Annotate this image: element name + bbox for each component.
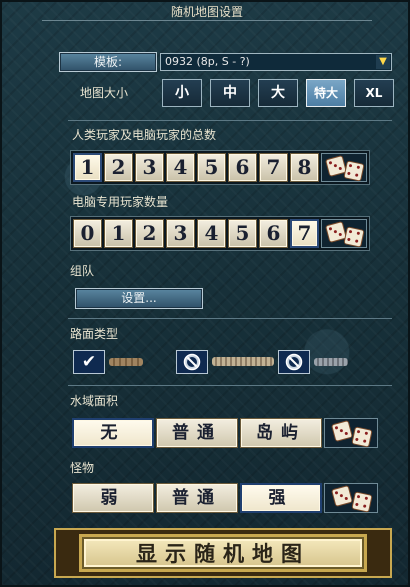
cobblestone-road-swatch	[314, 358, 348, 366]
computer-players-2-button[interactable]: 2	[135, 219, 164, 248]
map-size-small-button[interactable]: 小	[162, 79, 202, 107]
random-map-settings-window: 随机地图设置 模板: 0932 (8p, S - ?) ▼ 地图大小 小 中 大…	[0, 0, 410, 587]
template-dropdown[interactable]: 0932 (8p, S - ?) ▼	[160, 53, 392, 71]
total-players-7-button[interactable]: 7	[259, 153, 288, 182]
divider	[68, 120, 392, 121]
computer-players-1-button[interactable]: 1	[104, 219, 133, 248]
road-dirt-checkbox[interactable]: ✔	[73, 350, 105, 374]
monsters-strong-button[interactable]: 强	[240, 483, 322, 513]
road-types-label: 路面类型	[70, 327, 119, 341]
checkmark-icon: ✔	[81, 352, 97, 372]
computer-players-0-button[interactable]: 0	[73, 219, 102, 248]
dice-icon[interactable]	[321, 153, 367, 182]
map-size-medium-button[interactable]: 中	[210, 79, 250, 107]
map-size-xlarge-button[interactable]: 特大	[306, 79, 346, 107]
dice-icon[interactable]	[321, 219, 367, 248]
water-label: 水域面积	[70, 394, 119, 408]
computer-players-6-button[interactable]: 6	[259, 219, 288, 248]
computer-players-7-button[interactable]: 7	[290, 219, 319, 248]
total-players-1-button[interactable]: 1	[73, 153, 102, 182]
road-cobblestone-checkbox[interactable]	[278, 350, 310, 374]
total-players-group: 1 2 3 4 5 6 7 8	[70, 150, 370, 185]
template-value: 0932 (8p, S - ?)	[165, 55, 250, 68]
water-none-button[interactable]: 无	[72, 418, 154, 448]
total-players-2-button[interactable]: 2	[104, 153, 133, 182]
dirt-road-swatch	[109, 358, 143, 366]
computer-players-3-button[interactable]: 3	[166, 219, 195, 248]
monsters-normal-button[interactable]: 普通	[156, 483, 238, 513]
divider	[68, 318, 392, 319]
computer-players-label: 电脑专用玩家数量	[72, 195, 169, 209]
computer-players-group: 0 1 2 3 4 5 6 7	[70, 216, 370, 251]
water-normal-button[interactable]: 普通	[156, 418, 238, 448]
title-divider	[42, 20, 372, 21]
map-size-xl-button[interactable]: XL	[354, 79, 394, 107]
map-size-group: 小 中 大 特大 XL	[162, 79, 394, 109]
total-players-label: 人类玩家及电脑玩家的总数	[72, 128, 217, 142]
double-chevron-down-icon[interactable]: ▼	[376, 55, 390, 69]
show-random-map-button[interactable]: 显示随机地图	[82, 537, 364, 569]
template-label: 模板:	[59, 52, 157, 72]
monsters-label: 怪物	[70, 461, 95, 475]
map-size-large-button[interactable]: 大	[258, 79, 298, 107]
monsters-weak-button[interactable]: 弱	[72, 483, 154, 513]
monsters-group: 弱 普通 强	[72, 483, 378, 513]
total-players-3-button[interactable]: 3	[135, 153, 164, 182]
team-settings-button[interactable]: 设置...	[75, 288, 203, 309]
forbidden-icon	[183, 353, 201, 371]
show-map-frame: 显示随机地图	[54, 528, 392, 578]
gravel-road-swatch	[212, 357, 274, 366]
road-gravel-checkbox[interactable]	[176, 350, 208, 374]
computer-players-5-button[interactable]: 5	[228, 219, 257, 248]
dice-icon[interactable]	[324, 418, 378, 448]
total-players-5-button[interactable]: 5	[197, 153, 226, 182]
map-size-label: 地图大小	[80, 86, 129, 100]
water-group: 无 普通 岛屿	[72, 418, 378, 448]
total-players-6-button[interactable]: 6	[228, 153, 257, 182]
forbidden-icon	[285, 353, 303, 371]
window-title: 随机地图设置	[170, 5, 243, 19]
water-islands-button[interactable]: 岛屿	[240, 418, 322, 448]
teams-label: 组队	[70, 264, 95, 278]
dice-icon[interactable]	[324, 483, 378, 513]
divider	[68, 385, 392, 386]
total-players-8-button[interactable]: 8	[290, 153, 319, 182]
computer-players-4-button[interactable]: 4	[197, 219, 226, 248]
total-players-4-button[interactable]: 4	[166, 153, 195, 182]
